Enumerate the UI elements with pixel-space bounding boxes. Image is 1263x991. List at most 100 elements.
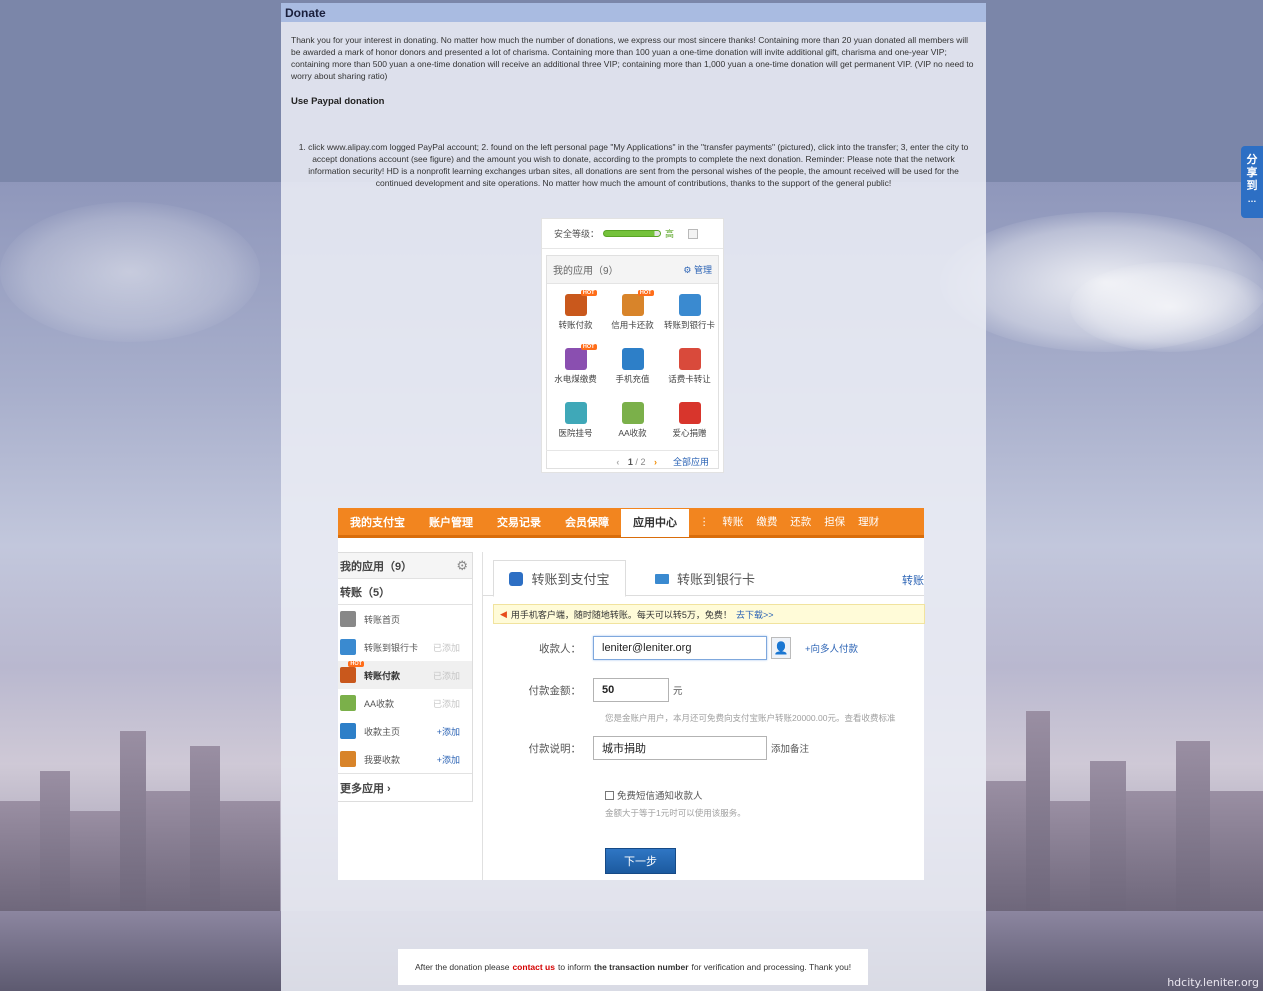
sidebar-item-status[interactable]: +添加 bbox=[437, 725, 460, 738]
app-tile[interactable]: AA收款 bbox=[604, 402, 661, 448]
my-apps-title: 我的应用（9） bbox=[553, 266, 619, 277]
app-label: 信用卡还款 bbox=[611, 320, 654, 330]
transfer-tabs: 转账到支付宝 转账到银行卡 转账 bbox=[483, 552, 924, 597]
contacts-icon[interactable]: 👤 bbox=[771, 637, 791, 659]
hot-badge: HOT bbox=[580, 344, 597, 350]
nav-sub-repay[interactable]: 还款 bbox=[790, 516, 811, 528]
sms-tip: 金额大于等于1元时可以使用该服务。 bbox=[605, 808, 746, 818]
payee-label: 收款人： bbox=[539, 642, 581, 655]
payee-input[interactable]: leniter@leniter.org bbox=[593, 636, 767, 660]
pager-current: 1 bbox=[627, 456, 633, 467]
app-tile[interactable]: 手机充值 bbox=[604, 348, 661, 394]
sidebar-item-icon: HOT bbox=[340, 661, 364, 683]
sidebar-item[interactable]: 转账首页 bbox=[338, 605, 472, 633]
footer-pre: After the donation please bbox=[414, 962, 510, 972]
add-memo-link[interactable]: 添加备注 bbox=[771, 741, 809, 755]
app-tile[interactable]: 话费卡转让 bbox=[661, 348, 718, 394]
nav-sub-guarantee[interactable]: 担保 bbox=[824, 516, 845, 528]
memo-input[interactable]: 城市捐助 bbox=[593, 736, 767, 760]
sidebar-item[interactable]: 收款主页 +添加 bbox=[338, 717, 472, 745]
download-link[interactable]: 去下载>> bbox=[736, 608, 774, 621]
payee-row: 收款人： leniter@leniter.org 👤 +向多人付款 bbox=[483, 636, 858, 660]
next-step-button[interactable]: 下一步 bbox=[605, 848, 676, 874]
nav-sub-finance[interactable]: 理财 bbox=[858, 516, 879, 528]
sidebar-item-label: 转账到银行卡 bbox=[364, 642, 419, 653]
my-apps-box: 我的应用（9） ⚙ 管理 HOT 转账付款 HOT 信用卡还款 转账到银行卡 HOT 水电煤… bbox=[546, 255, 719, 469]
sidebar-transfer-group: 转账（5） bbox=[338, 579, 472, 605]
share-tab[interactable]: 分享到 … bbox=[1241, 146, 1263, 218]
app-tile[interactable]: 医院挂号 bbox=[547, 402, 604, 448]
chevron-right-icon[interactable]: › bbox=[654, 457, 657, 467]
mobile-notice: ◀ 用手机客户端，随时随地转账。每天可以转5万，免费！ 去下载>> bbox=[493, 604, 925, 624]
sidebar-item-label: 转账首页 bbox=[364, 614, 401, 625]
sidebar-item[interactable]: 转账到银行卡 已添加 bbox=[338, 633, 472, 661]
footer-mid: to inform bbox=[557, 962, 592, 972]
share-tab-label: 分享到 bbox=[1246, 154, 1258, 192]
sidebar-item[interactable]: HOT 转账付款 已添加 bbox=[338, 661, 472, 689]
transfer-content: 转账到支付宝 转账到银行卡 转账 ◀ 用手机客户端，随时随地转账。每天可以转5万… bbox=[482, 552, 925, 880]
nav-my-alipay[interactable]: 我的支付宝 bbox=[338, 514, 417, 530]
nav-sub-links: ⋮ 转账 缴费 还款 担保 理财 bbox=[699, 514, 889, 529]
manage-label: 管理 bbox=[693, 265, 712, 275]
sidebar-item-label: 转账付款 bbox=[364, 670, 401, 681]
sidebar-item[interactable]: 我要收款 +添加 bbox=[338, 745, 472, 773]
more-apps-link[interactable]: 更多应用 › bbox=[338, 773, 472, 801]
sms-checkbox[interactable] bbox=[605, 790, 614, 800]
share-tab-dots: … bbox=[1247, 194, 1257, 204]
apps-pager: ‹ 1 / 2 › 全部应用 bbox=[546, 450, 719, 472]
hot-badge: HOT bbox=[637, 290, 654, 296]
pager-separator: / bbox=[635, 456, 638, 467]
sidebar-item-icon bbox=[340, 751, 356, 767]
nav-protection[interactable]: 会员保障 bbox=[553, 514, 621, 530]
sms-label: 免费短信通知收款人 bbox=[617, 791, 703, 802]
hot-badge: HOT bbox=[580, 290, 597, 296]
app-tile[interactable]: HOT 转账付款 bbox=[547, 290, 604, 340]
sidebar-item-status: 已添加 bbox=[432, 698, 460, 709]
memo-row: 付款说明： 城市捐助 添加备注 bbox=[483, 736, 809, 760]
paypal-section-title: Use Paypal donation bbox=[291, 96, 385, 107]
amount-row: 付款金额： 50 元 bbox=[483, 678, 683, 702]
nav-app-center[interactable]: 应用中心 bbox=[621, 508, 689, 537]
app-icon: HOT bbox=[621, 290, 654, 316]
apps-sidebar: 我的应用（9） ⚙ 转账（5） 转账首页 转账到银行卡 已添加 HOT 转账付款 已添加 A… bbox=[338, 552, 473, 802]
app-label: 话费卡转让 bbox=[668, 374, 711, 384]
app-tile[interactable]: 转账到银行卡 bbox=[661, 294, 718, 340]
footer-strong: the transaction number bbox=[594, 962, 689, 972]
security-level-row: 安全等级： 高 bbox=[542, 219, 723, 249]
app-icon: HOT bbox=[564, 344, 597, 370]
app-label: 转账付款 bbox=[558, 320, 593, 330]
nav-sub-transfer[interactable]: 转账 bbox=[722, 516, 743, 528]
contact-us-link[interactable]: contact us bbox=[512, 962, 555, 972]
nav-sub-pay[interactable]: 缴费 bbox=[756, 516, 777, 528]
sidebar-item-status[interactable]: +添加 bbox=[437, 753, 460, 766]
security-level: 高 bbox=[665, 229, 675, 239]
app-icon bbox=[621, 402, 644, 424]
multi-payee-link[interactable]: +向多人付款 bbox=[805, 641, 858, 655]
notice-text: 用手机客户端，随时随地转账。每天可以转5万，免费！ bbox=[510, 609, 732, 620]
sidebar-item[interactable]: AA收款 已添加 bbox=[338, 689, 472, 717]
my-apps-header: 我的应用（9） ⚙ 管理 bbox=[547, 256, 718, 284]
app-grid: HOT 转账付款 HOT 信用卡还款 转账到银行卡 HOT 水电煤缴费 手机充值 话费卡转让医院… bbox=[547, 284, 718, 448]
nav-records[interactable]: 交易记录 bbox=[485, 514, 553, 530]
gear-icon[interactable]: ⚙ bbox=[456, 558, 468, 574]
app-label: 水电煤缴费 bbox=[554, 374, 597, 384]
nav-separator: ⋮ bbox=[699, 516, 710, 528]
app-icon bbox=[678, 402, 701, 424]
app-tile[interactable]: 爱心捐赠 bbox=[661, 402, 718, 448]
app-label: 手机充值 bbox=[615, 374, 650, 384]
tab-transfer-alipay[interactable]: 转账到支付宝 bbox=[493, 560, 626, 597]
amount-tip: 您是金账户用户，本月还可免费向支付宝账户转账20000.00元。查看收费标准 bbox=[605, 713, 896, 723]
all-apps-link[interactable]: 全部应用 bbox=[673, 455, 709, 468]
chevron-left-icon[interactable]: ‹ bbox=[616, 457, 619, 467]
app-tile[interactable]: HOT 水电煤缴费 bbox=[547, 344, 604, 394]
app-icon: HOT bbox=[564, 290, 597, 316]
nav-account[interactable]: 账户管理 bbox=[417, 514, 485, 530]
amount-input[interactable]: 50 bbox=[593, 678, 669, 702]
sidebar-item-label: 我要收款 bbox=[364, 754, 401, 765]
sidebar-item-label: AA收款 bbox=[364, 698, 395, 709]
app-tile[interactable]: HOT 信用卡还款 bbox=[604, 290, 661, 340]
security-info-icon bbox=[688, 228, 699, 239]
manage-link[interactable]: ⚙ 管理 bbox=[683, 263, 712, 276]
tab-more-link[interactable]: 转账 bbox=[902, 572, 924, 588]
tab-transfer-bank[interactable]: 转账到银行卡 bbox=[655, 560, 755, 597]
